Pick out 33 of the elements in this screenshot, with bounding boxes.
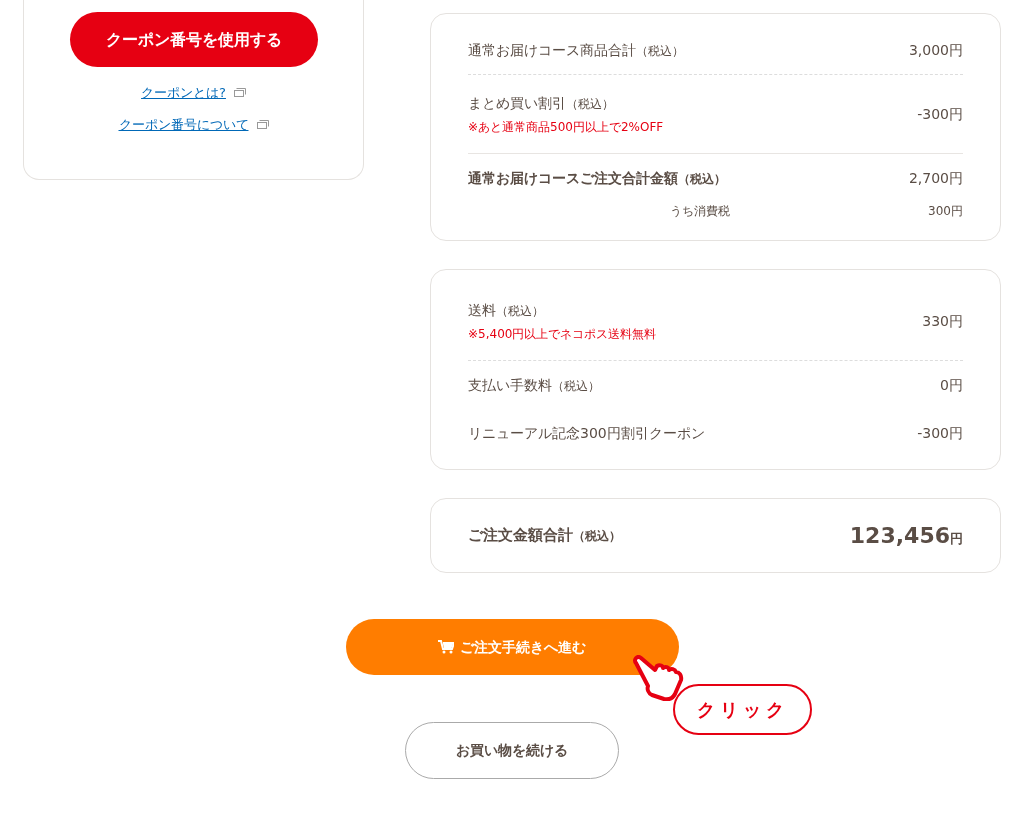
grand-total-label: ご注文金額合計 [468,525,573,547]
row-amount: -300円 [917,104,963,124]
row-label: 通常お届けコースご注文合計金額 [468,168,678,188]
currency-unit: 円 [950,530,963,548]
row-label: 支払い手数料 [468,375,552,395]
row-label: 通常お届けコース商品合計 [468,40,636,60]
row-amount: 2,700円 [908,168,963,188]
tax-note: （税込） [496,302,544,320]
row-amount: 0円 [940,375,963,395]
cart-icon [438,640,454,654]
tax-note: （税込） [552,377,600,395]
row-label: 送料 [468,300,496,320]
tax-note: （税込） [678,170,726,188]
row-label: リニューアル記念300円割引クーポン [468,423,705,443]
notice-text: ※あと通常商品500円以上で2%OFF [468,118,664,136]
row-amount: 330円 [922,311,963,331]
grand-total-amount: 123,456 [849,522,950,550]
apply-coupon-button[interactable]: クーポン番号を使用する [69,12,318,67]
coupon-link[interactable]: クーポンとは? [141,83,226,103]
tax-note: （税込） [573,528,621,546]
row-amount: 3,000円 [908,40,963,60]
tax-note: （税込） [636,42,684,60]
click-callout: クリック [673,684,812,735]
row-label: まとめ買い割引 [468,93,566,113]
coupon-link[interactable]: クーポン番号について [118,114,249,134]
notice-text: ※5,400円以上でネコポス送料無料 [468,325,657,343]
new-window-icon [256,119,269,129]
tax-label: うち消費税 [670,203,730,220]
new-window-icon [233,88,246,98]
tax-note: （税込） [566,95,614,113]
tax-amount: 300円 [928,203,963,220]
row-amount: -300円 [917,423,963,443]
continue-shopping-button[interactable]: お買い物を続ける [405,722,619,779]
